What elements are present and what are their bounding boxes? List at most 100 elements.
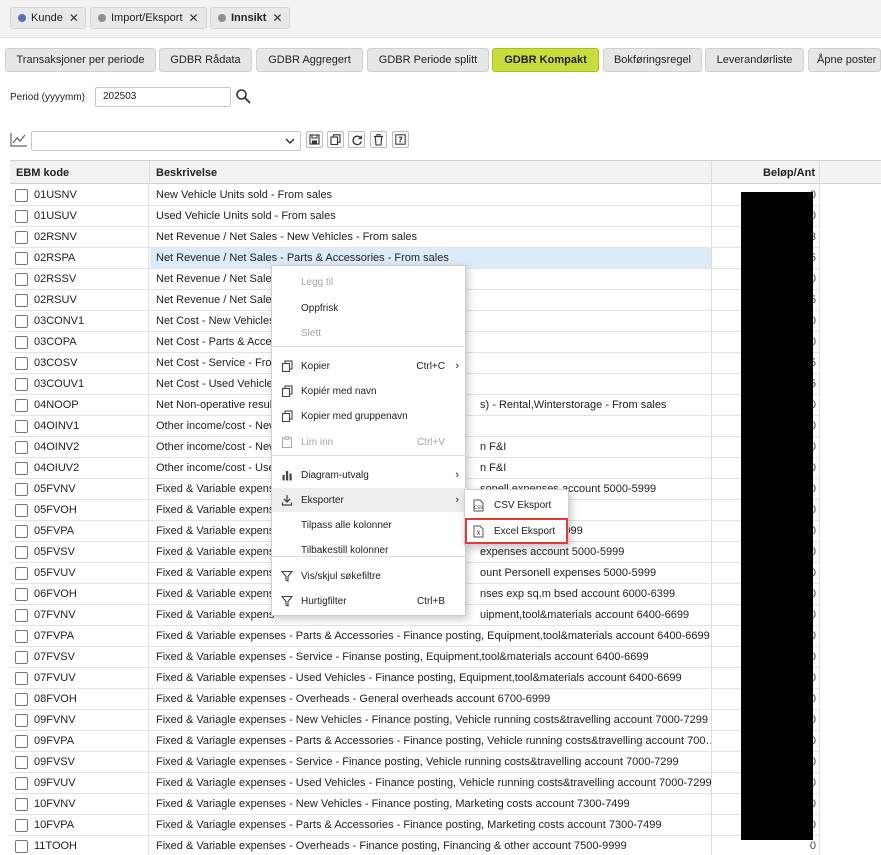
row-checkbox[interactable] [15,755,28,769]
row-checkbox[interactable] [15,461,28,475]
row-checkbox[interactable] [15,524,28,538]
row-checkbox[interactable] [15,587,28,601]
row-checkbox[interactable] [15,797,28,811]
row-checkbox[interactable] [15,398,28,412]
view-select[interactable] [31,131,301,151]
menu-separator [272,455,467,456]
menu-item-label: Hurtigfilter [301,595,347,607]
row-checkbox[interactable] [15,335,28,349]
table-row[interactable]: 09FVPA Fixed & Variagle expenses - Parts … [10,731,820,752]
row-checkbox[interactable] [15,209,28,223]
row-checkbox[interactable] [15,377,28,391]
tab-gdbr-periode-splitt[interactable]: GDBR Periode splitt [367,48,489,72]
column-header-ebm-kode[interactable]: EBM kode [10,161,150,184]
row-checkbox[interactable] [15,650,28,664]
table-row[interactable]: 07FVPA Fixed & Variable expenses - Parts … [10,626,820,647]
close-icon[interactable]: ✕ [69,11,79,25]
tab-gdbr-kompakt[interactable]: GDBR Kompakt [492,48,599,72]
line-chart-icon[interactable] [10,132,28,147]
tab-apne-poster[interactable]: Åpne poster l [808,48,881,72]
chevron-down-icon [285,138,295,144]
menu-item-eksporter[interactable]: Eksporter › [272,488,467,512]
save-view-button[interactable] [306,131,323,148]
cell-description-text: Fixed & Variable expenses - Parts & Acce… [156,630,710,642]
row-checkbox[interactable] [15,818,28,832]
row-checkbox[interactable] [15,839,28,853]
row-checkbox[interactable] [15,188,28,202]
menu-item-tilpass-alle-kolonner[interactable]: Tilpass alle kolonner [272,513,467,537]
row-checkbox[interactable] [15,293,28,307]
table-row[interactable]: 10FVPA Fixed & Variagle expenses - Parts … [10,815,820,836]
menu-item-excel-export[interactable]: X Excel Eksport [465,518,568,544]
top-tab-innsikt[interactable]: Innsikt ✕ [210,7,290,29]
menu-item-label: Excel Eksport [494,525,556,537]
row-checkbox[interactable] [15,419,28,433]
table-row[interactable]: 09FVNV Fixed & Variagle expenses - New Ve… [10,710,820,731]
close-icon[interactable]: ✕ [272,11,282,25]
row-checkbox[interactable] [15,251,28,265]
menu-item-diagram-utvalg[interactable]: Diagram-utvalg › [272,463,467,487]
table-row[interactable]: 09FVSV Fixed & Variagle expenses - Servic… [10,752,820,773]
column-header-beskrivelse[interactable]: Beskrivelse [150,161,712,184]
row-checkbox[interactable] [15,608,28,622]
row-checkbox[interactable] [15,272,28,286]
row-checkbox[interactable] [15,629,28,643]
menu-item-hurtigfilter[interactable]: Hurtigfilter Ctrl+B [272,589,467,613]
row-checkbox[interactable] [15,713,28,727]
tab-transaksjoner-per-periode[interactable]: Transaksjoner per periode [5,48,156,72]
cell-description-tail: n F&I [480,441,507,453]
row-checkbox[interactable] [15,566,28,580]
row-checkbox[interactable] [15,734,28,748]
cell-code-text: 05FVOH [34,504,77,516]
row-checkbox[interactable] [15,482,28,496]
table-row[interactable]: 07FVSV Fixed & Variable expenses - Servic… [10,647,820,668]
chevron-right-icon: › [455,469,459,481]
cell-description-text: Fixed & Variagle expenses - New Vehicles… [156,798,630,810]
row-checkbox[interactable] [15,776,28,790]
menu-item-shortcut: Ctrl+V [416,436,445,448]
table-row[interactable]: 10FVNV Fixed & Variagle expenses - New Ve… [10,794,820,815]
top-tab-import-eksport[interactable]: Import/Eksport ✕ [90,7,207,29]
help-button[interactable]: ? [392,131,409,148]
menu-item-label: Kopier [301,360,330,372]
row-checkbox[interactable] [15,671,28,685]
table-row[interactable]: 01USUV Used Vehicle Units sold - From sal… [10,206,820,227]
table-row[interactable]: 08FVOH Fixed & Variable expenses - Overhe… [10,689,820,710]
table-row[interactable]: 11TOOH Fixed & Variable expenses - Overhe… [10,836,820,855]
row-checkbox[interactable] [15,440,28,454]
table-row[interactable]: 02RSNV Net Revenue / Net Sales - New Vehi… [10,227,820,248]
column-header-belop[interactable]: Beløp/Ant [712,161,820,184]
row-checkbox[interactable] [15,503,28,517]
close-icon[interactable]: ✕ [189,11,199,25]
menu-item-kopier[interactable]: Kopier Ctrl+C › [272,354,467,378]
top-tab-kunde[interactable]: Kunde ✕ [10,7,86,29]
tab-gdbr-aggregert[interactable]: GDBR Aggregert [256,48,363,72]
cell-code: 06FVOH [10,584,149,604]
period-input[interactable]: 202503 [95,87,231,107]
menu-item-kopi-r-med-navn[interactable]: Kopiér med navn [272,379,467,403]
search-icon[interactable] [235,88,251,104]
cell-description: Fixed & Variable expenses - Parts & Acce… [150,626,712,646]
menu-item-kopier-med-gruppenavn[interactable]: Kopier med gruppenavn [272,404,467,428]
tab-gdbr-radata[interactable]: GDBR Rådata [159,48,252,72]
copy-view-button[interactable] [327,131,344,148]
row-checkbox[interactable] [15,230,28,244]
table-row[interactable]: 09FVUV Fixed & Variagle expenses - Used V… [10,773,820,794]
table-row[interactable]: 01USNV New Vehicle Units sold - From sale… [10,185,820,206]
table-row[interactable]: 07FVUV Fixed & Variable expenses - Used V… [10,668,820,689]
menu-item-vis-skjul-søkefiltre[interactable]: Vis/skjul søkefiltre [272,564,467,588]
tab-leverandorliste[interactable]: Leverandørliste [705,48,804,72]
menu-item-oppfrisk[interactable]: Oppfrisk [272,296,467,320]
cell-description-text: Fixed & Variable expens [156,567,275,579]
filter-icon [281,595,293,607]
menu-item-csv-export[interactable]: CSV CSV Eksport [465,492,568,518]
row-checkbox[interactable] [15,545,28,559]
cell-code: 05FVNV [10,479,149,499]
delete-view-button[interactable] [370,131,387,148]
row-checkbox[interactable] [15,692,28,706]
menu-item-tilbakestill-kolonner[interactable]: Tilbakestill kolonner [272,538,467,562]
row-checkbox[interactable] [15,356,28,370]
tab-bokforingsregel[interactable]: Bokføringsregel [603,48,702,72]
refresh-button[interactable] [348,131,365,148]
row-checkbox[interactable] [15,314,28,328]
